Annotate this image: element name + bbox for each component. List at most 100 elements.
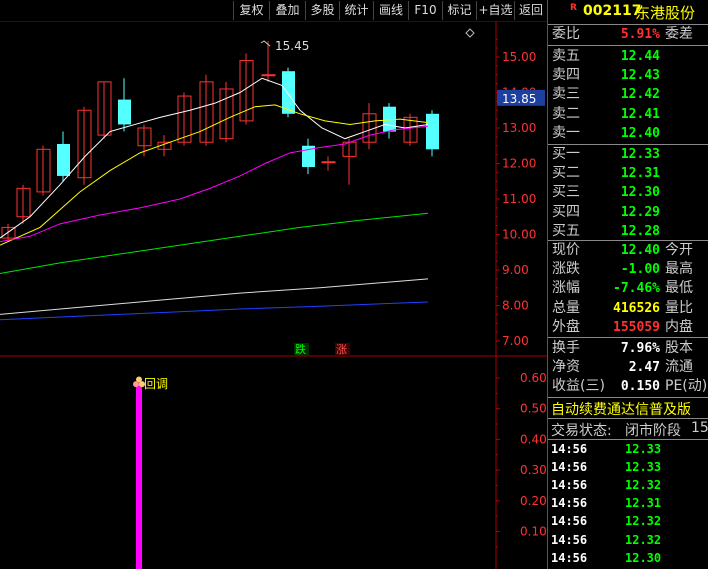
yaxis-tick-label: 13.00 [502, 121, 536, 135]
buy-order-row[interactable]: 买四 12.29 [548, 203, 708, 222]
stat-label: 外盘 [552, 318, 580, 335]
banner-text[interactable]: 自动续费通达信普及版 [551, 399, 691, 419]
stat-label: 总量 [552, 299, 580, 316]
buy-order-value: 12.31 [620, 166, 660, 182]
tick-time: 14:56 [551, 442, 588, 456]
fundamental-label: 换手 [552, 340, 580, 356]
stat-row[interactable]: 现价 12.40 今开 [548, 241, 708, 260]
lower-axis-label: 0.30 [520, 463, 547, 477]
yaxis-tick-label: 11.00 [502, 192, 536, 206]
yaxis-tick-label: 15.00 [502, 50, 536, 64]
add-watchlist-button[interactable]: +自选 [476, 1, 514, 20]
stat-label: 现价 [552, 242, 580, 258]
tick-price: 12.31 [625, 496, 662, 511]
fundamental-label2: 股本 [665, 340, 693, 356]
tick-price: 12.33 [625, 442, 662, 456]
r-badge: R [570, 3, 577, 13]
divider [548, 45, 708, 46]
multi-stock-button[interactable]: 多股 [305, 1, 339, 20]
restore-rights-button[interactable]: 复权 [233, 1, 269, 20]
buy-order-row[interactable]: 买二 12.31 [548, 164, 708, 183]
stat-value: 155059 [613, 319, 660, 335]
stat-row[interactable]: 总量 416526 量比 [548, 299, 708, 318]
sell-order-row[interactable]: 卖三 12.42 [548, 85, 708, 104]
overlay-button[interactable]: 叠加 [269, 1, 305, 20]
mark-button[interactable]: 标记 [442, 1, 476, 20]
candle-up [321, 161, 336, 164]
stat-label: 涨幅 [552, 280, 580, 297]
candle-down [282, 71, 295, 114]
buy-order-value: 12.29 [620, 204, 660, 220]
fundamental-label2: PE(动) [665, 378, 708, 394]
fundamental-row[interactable]: 收益(三) 0.150 PE(动) [548, 377, 708, 396]
status-extra: 15 [691, 420, 708, 436]
diamond-icon[interactable] [465, 28, 475, 38]
statistics-button[interactable]: 统计 [339, 1, 373, 20]
status-value: 闭市阶段 [625, 423, 681, 439]
lower-axis-label: 0.50 [520, 402, 547, 416]
tick-row: 14:56 12.32 [548, 531, 708, 549]
yaxis-tick-label: 10.00 [502, 228, 536, 242]
buy-order-row[interactable]: 买五 12.28 [548, 222, 708, 241]
kline-chart[interactable]: 15.0014.0013.0012.0011.0010.009.008.007.… [0, 21, 547, 569]
fundamental-value: 2.47 [628, 360, 660, 375]
tick-row: 14:56 12.33 [548, 458, 708, 476]
fundamental-label: 净资 [552, 359, 580, 375]
stat-label2: 最低 [665, 280, 693, 297]
stat-row[interactable]: 涨幅 -7.46% 最低 [548, 279, 708, 298]
stat-label2: 内盘 [665, 318, 693, 335]
sell-order-label: 卖五 [552, 48, 580, 64]
sell-order-label: 卖四 [552, 67, 580, 84]
tick-price: 12.33 [625, 460, 662, 475]
sell-order-row[interactable]: 卖四 12.43 [548, 66, 708, 85]
tick-row: 14:56 12.33 [548, 440, 708, 458]
tick-row: 14:56 12.32 [548, 512, 708, 530]
draw-line-button[interactable]: 画线 [373, 1, 408, 20]
webi-label: 委比 [552, 26, 580, 42]
lower-axis-label: 0.20 [520, 494, 547, 508]
promo-banner[interactable]: 自动续费通达信普及版 [548, 398, 708, 418]
f10-button[interactable]: F10 [408, 1, 442, 20]
buy-order-row[interactable]: 买三 12.30 [548, 183, 708, 202]
tick-price: 12.32 [625, 514, 662, 529]
lower-axis-label: 0.10 [520, 525, 547, 539]
candle-down [57, 143, 70, 176]
buy-order-label: 买一 [552, 146, 580, 162]
fundamental-label: 收益(三) [552, 378, 605, 394]
sell-order-row[interactable]: 卖五 12.44 [548, 47, 708, 66]
webi-value: 5.91% [620, 27, 660, 42]
ma20-line [0, 125, 429, 243]
yaxis-tick-label: 12.00 [502, 157, 536, 171]
yaxis-tick-label: 7.00 [502, 334, 529, 348]
candle-down [426, 113, 439, 150]
fundamental-label2: 流通 [665, 359, 693, 375]
stat-value: 12.40 [620, 243, 660, 258]
buy-order-row[interactable]: 买一 12.33 [548, 145, 708, 164]
fundamental-row[interactable]: 换手 7.96% 股本 [548, 339, 708, 358]
sell-order-value: 12.42 [620, 87, 660, 103]
buy-order-label: 买四 [552, 203, 580, 220]
sell-order-value: 12.44 [620, 49, 660, 64]
panel-divider [547, 0, 548, 569]
stat-row[interactable]: 外盘 155059 内盘 [548, 318, 708, 337]
indicator-dot [133, 381, 139, 388]
signal-die-label: 跌 [295, 342, 306, 356]
status-label: 交易状态: [551, 423, 612, 439]
buy-order-label: 买五 [552, 222, 580, 239]
tick-time: 14:56 [551, 478, 588, 493]
back-button[interactable]: 返回 [514, 1, 547, 20]
fundamental-row[interactable]: 净资 2.47 流通 [548, 358, 708, 377]
stat-value: 416526 [613, 300, 660, 316]
sell-order-label: 卖三 [552, 86, 580, 103]
sell-order-value: 12.41 [620, 106, 660, 122]
tick-time: 14:56 [551, 496, 588, 511]
high-marker-icon [260, 40, 271, 47]
sell-order-value: 12.43 [620, 68, 660, 84]
candle-up [261, 74, 276, 77]
annotation-label: 回调 [144, 377, 168, 391]
tick-time: 14:56 [551, 514, 588, 529]
divider [548, 337, 708, 338]
sell-order-row[interactable]: 卖二 12.41 [548, 105, 708, 124]
sell-order-row[interactable]: 卖一 12.40 [548, 124, 708, 143]
stat-row[interactable]: 涨跌 -1.00 最高 [548, 260, 708, 279]
